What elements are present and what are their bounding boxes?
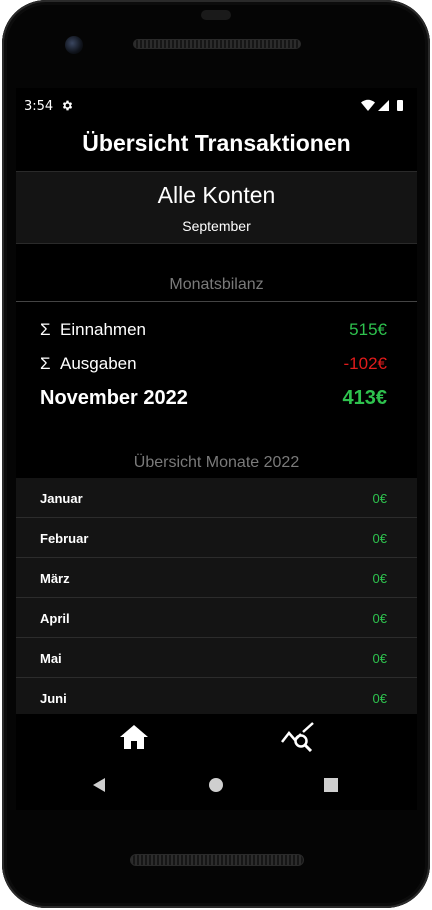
month-name: Januar bbox=[40, 491, 83, 506]
income-row: Σ Einnahmen 515€ bbox=[16, 320, 417, 348]
bottom-speaker bbox=[130, 854, 304, 866]
total-label: November 2022 bbox=[40, 387, 188, 409]
status-bar: 3:54 bbox=[16, 88, 417, 124]
month-name: April bbox=[40, 611, 70, 626]
home-system-button[interactable] bbox=[205, 774, 227, 796]
system-status-icons bbox=[361, 99, 403, 111]
circle-home-icon bbox=[209, 778, 223, 792]
phone-frame: 3:54 Übersicht Transaktionen Alle Konten… bbox=[2, 0, 430, 908]
month-name: Juni bbox=[40, 691, 67, 706]
month-name: Mai bbox=[40, 651, 62, 666]
month-value: 0€ bbox=[372, 491, 387, 506]
month-value: 0€ bbox=[372, 531, 387, 546]
month-value: 0€ bbox=[372, 691, 387, 706]
month-value: 0€ bbox=[372, 611, 387, 626]
account-name: Alle Konten bbox=[157, 182, 276, 208]
total-row: November 2022 413€ bbox=[16, 387, 417, 415]
month-name: März bbox=[40, 571, 70, 586]
home-icon bbox=[120, 725, 148, 749]
page-title: Übersicht Transaktionen bbox=[82, 130, 351, 156]
back-icon bbox=[93, 778, 105, 792]
month-list[interactable]: Januar 0€ Februar 0€ März 0€ April 0€ Ma… bbox=[16, 478, 417, 714]
signal-icon bbox=[378, 100, 389, 111]
recents-button[interactable] bbox=[320, 774, 342, 796]
balance-section-title: Monatsbilanz bbox=[169, 276, 264, 293]
back-button[interactable] bbox=[88, 774, 110, 796]
analysis-button[interactable] bbox=[278, 720, 318, 754]
income-value: 515€ bbox=[349, 320, 387, 339]
notch bbox=[201, 10, 231, 20]
income-label: Einnahmen bbox=[60, 320, 147, 339]
account-selector[interactable]: Alle Konten September bbox=[16, 171, 417, 244]
earpiece-speaker bbox=[133, 39, 301, 49]
divider bbox=[16, 301, 417, 302]
total-value: 413€ bbox=[342, 387, 388, 409]
gear-icon bbox=[62, 100, 73, 111]
sigma-icon: Σ bbox=[40, 320, 51, 339]
home-button[interactable] bbox=[114, 720, 154, 754]
sigma-icon: Σ bbox=[40, 354, 51, 373]
month-name: Februar bbox=[40, 531, 89, 546]
square-recents-icon bbox=[324, 778, 338, 792]
bottom-navigation bbox=[16, 714, 417, 760]
app-screen: 3:54 Übersicht Transaktionen Alle Konten… bbox=[16, 88, 417, 810]
list-item[interactable]: Januar 0€ bbox=[16, 478, 417, 518]
month-value: 0€ bbox=[372, 571, 387, 586]
system-navigation-bar bbox=[16, 760, 417, 810]
expense-row: Σ Ausgaben -102€ bbox=[16, 354, 417, 382]
chart-search-icon bbox=[281, 722, 314, 752]
list-item[interactable]: März 0€ bbox=[16, 558, 417, 598]
battery-icon bbox=[397, 100, 403, 111]
expense-value: -102€ bbox=[343, 354, 387, 373]
list-item[interactable]: Mai 0€ bbox=[16, 638, 417, 678]
list-item[interactable]: Juni 0€ bbox=[16, 678, 417, 714]
list-item[interactable]: Februar 0€ bbox=[16, 518, 417, 558]
months-section-title: Übersicht Monate 2022 bbox=[133, 454, 300, 471]
account-month: September bbox=[182, 218, 251, 234]
month-value: 0€ bbox=[372, 651, 387, 666]
expense-label: Ausgaben bbox=[60, 354, 137, 373]
status-time: 3:54 bbox=[24, 99, 54, 114]
front-camera bbox=[65, 36, 83, 54]
wifi-icon bbox=[361, 99, 375, 111]
list-item[interactable]: April 0€ bbox=[16, 598, 417, 638]
